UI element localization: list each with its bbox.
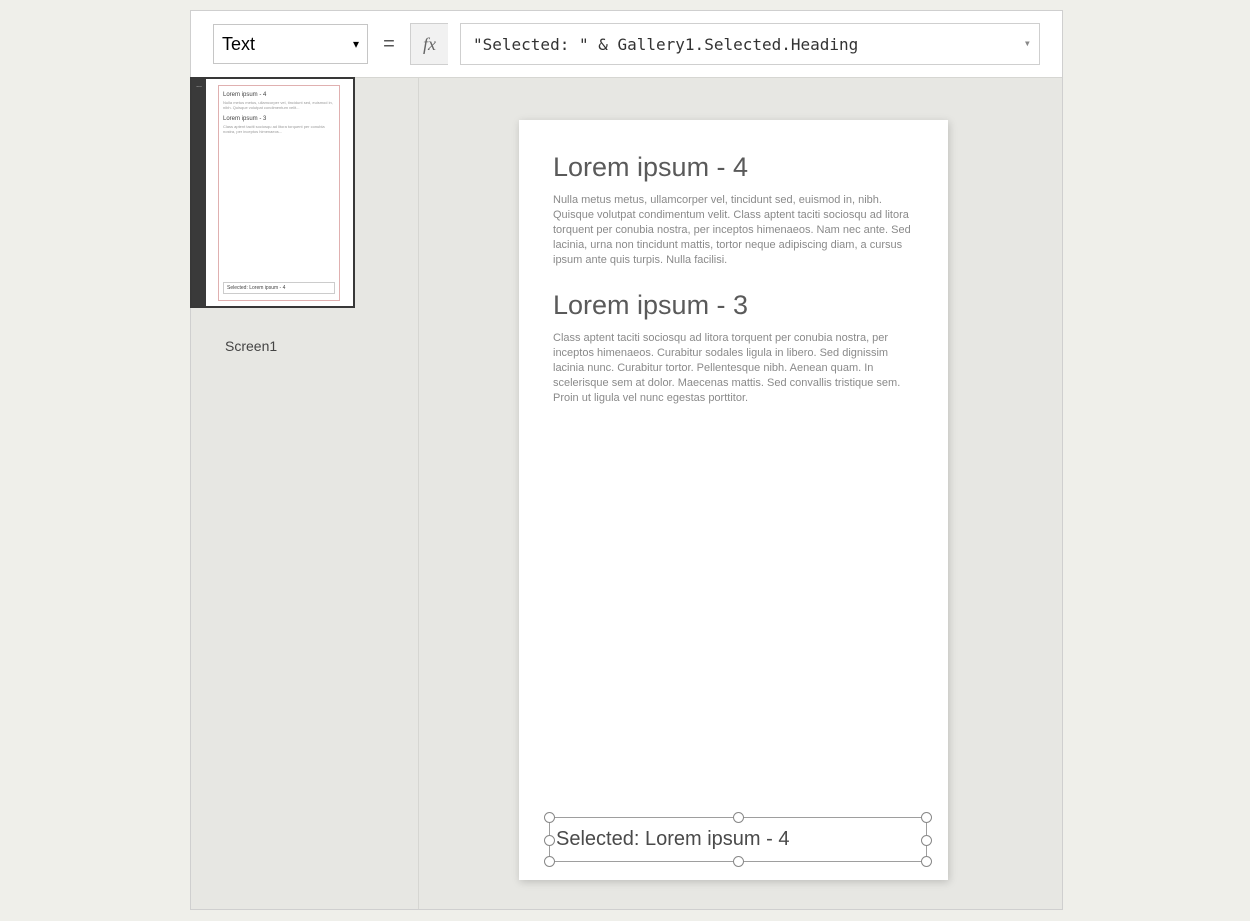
property-dropdown[interactable]: Text ▾ xyxy=(213,24,368,64)
resize-handle-bm[interactable] xyxy=(733,856,744,867)
canvas-area[interactable]: Lorem ipsum - 4 Nulla metus metus, ullam… xyxy=(419,78,1062,909)
resize-handle-tl[interactable] xyxy=(544,812,555,823)
chevron-down-icon: ▾ xyxy=(353,37,359,51)
gallery[interactable]: Lorem ipsum - 4 Nulla metus metus, ullam… xyxy=(519,120,948,406)
gallery-item[interactable]: Lorem ipsum - 3 Class aptent taciti soci… xyxy=(553,290,914,406)
tree-pane: ... Lorem ipsum - 4 Nulla metus metus, u… xyxy=(191,78,419,909)
thumb-selected-box: Selected: Lorem ipsum - 4 xyxy=(223,282,335,294)
thumbnail-canvas: Lorem ipsum - 4 Nulla metus metus, ullam… xyxy=(218,85,340,301)
expand-formula-icon[interactable]: ▾ xyxy=(1024,36,1031,50)
property-dropdown-label: Text xyxy=(222,34,255,55)
equals-icon: = xyxy=(380,33,398,56)
formula-text: "Selected: " & Gallery1.Selected.Heading xyxy=(473,35,858,54)
gallery-heading: Lorem ipsum - 4 xyxy=(553,152,914,183)
formula-bar: Text ▾ = fx "Selected: " & Gallery1.Sele… xyxy=(191,11,1062,78)
gallery-body: Class aptent taciti sociosqu ad litora t… xyxy=(553,331,914,406)
thumbnail-sidebar-dots: ... xyxy=(192,79,206,306)
screen-name-label[interactable]: Screen1 xyxy=(225,338,418,354)
selected-label-control[interactable]: Selected: Lorem ipsum - 4 xyxy=(549,817,927,862)
gallery-body: Nulla metus metus, ullamcorper vel, tinc… xyxy=(553,193,914,268)
app-frame: Text ▾ = fx "Selected: " & Gallery1.Sele… xyxy=(190,10,1063,910)
selected-label-text: Selected: Lorem ipsum - 4 xyxy=(556,828,789,851)
screen-thumbnail-wrap: ... Lorem ipsum - 4 Nulla metus metus, u… xyxy=(191,77,418,308)
workspace: ... Lorem ipsum - 4 Nulla metus metus, u… xyxy=(191,78,1062,909)
phone-canvas[interactable]: Lorem ipsum - 4 Nulla metus metus, ullam… xyxy=(519,120,948,880)
gallery-heading: Lorem ipsum - 3 xyxy=(553,290,914,321)
thumb-body-2: Class aptent taciti sociosqu ad litora t… xyxy=(223,124,335,134)
resize-handle-mr[interactable] xyxy=(921,835,932,846)
screen-thumbnail[interactable]: ... Lorem ipsum - 4 Nulla metus metus, u… xyxy=(190,77,355,308)
resize-handle-tm[interactable] xyxy=(733,812,744,823)
resize-handle-ml[interactable] xyxy=(544,835,555,846)
thumb-heading-2: Lorem ipsum - 3 xyxy=(223,116,335,122)
fx-icon: fx xyxy=(410,23,448,65)
resize-handle-bl[interactable] xyxy=(544,856,555,867)
thumb-heading-1: Lorem ipsum - 4 xyxy=(223,92,335,98)
resize-handle-br[interactable] xyxy=(921,856,932,867)
formula-input[interactable]: "Selected: " & Gallery1.Selected.Heading… xyxy=(460,23,1040,65)
thumb-body-1: Nulla metus metus, ullamcorper vel, tinc… xyxy=(223,100,335,110)
fx-label: fx xyxy=(423,34,436,55)
resize-handle-tr[interactable] xyxy=(921,812,932,823)
gallery-item[interactable]: Lorem ipsum - 4 Nulla metus metus, ullam… xyxy=(553,152,914,268)
